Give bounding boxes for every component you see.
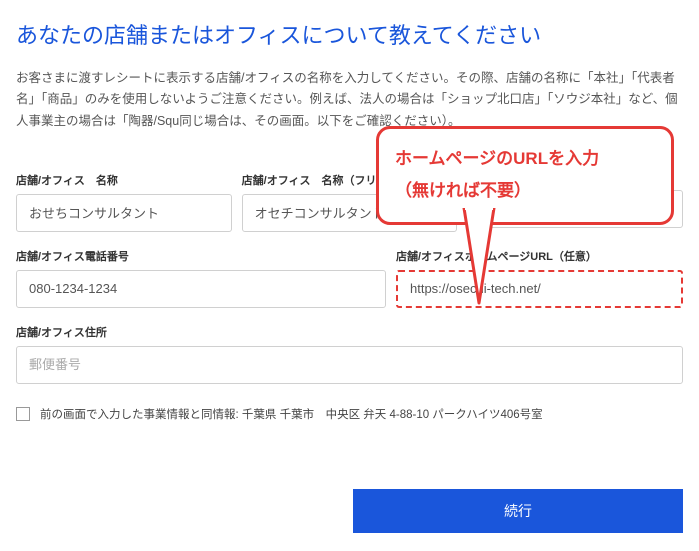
page-title: あなたの店舗またはオフィスについて教えてください xyxy=(16,18,683,50)
phone-input[interactable] xyxy=(16,270,386,308)
callout-line2: （無ければ不要） xyxy=(395,181,531,200)
same-info-label: 前の画面で入力した事業情報と同情報: 千葉県 千葉市 中央区 弁天 4-88-1… xyxy=(40,406,543,422)
page-description: お客さまに渡すレシートに表示する店舗/オフィスの名称を入力してください。その際、… xyxy=(16,68,683,132)
annotation-callout: ホームページのURLを入力 （無ければ不要） xyxy=(376,126,674,225)
continue-button[interactable]: 続行 xyxy=(353,489,683,533)
postal-input[interactable] xyxy=(16,346,683,384)
name-label: 店舗/オフィス 名称 xyxy=(16,172,232,188)
url-input[interactable] xyxy=(396,270,683,308)
callout-line1: ホームページのURLを入力 xyxy=(395,149,599,168)
url-label: 店舗/オフィスホームページURL（任意） xyxy=(396,248,683,264)
name-input[interactable] xyxy=(16,194,232,232)
same-info-checkbox[interactable] xyxy=(16,407,30,421)
address-label: 店舗/オフィス住所 xyxy=(16,324,683,340)
phone-label: 店舗/オフィス電話番号 xyxy=(16,248,386,264)
